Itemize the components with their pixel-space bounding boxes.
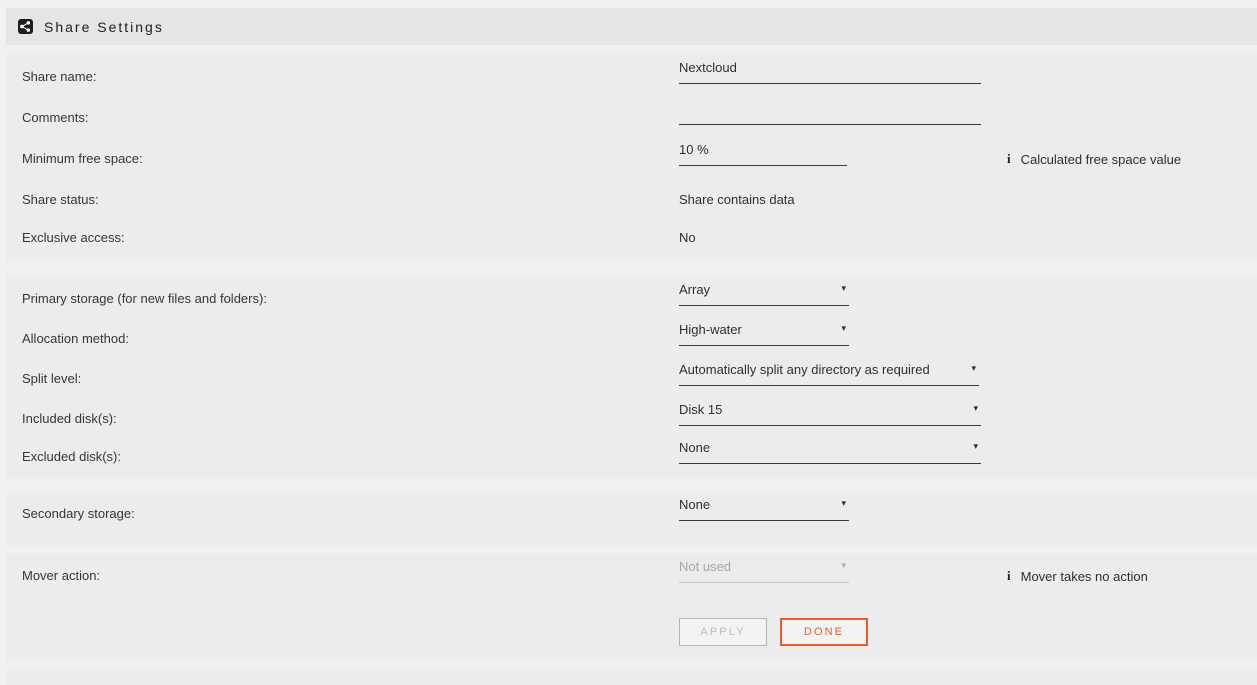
allocation-method-field-wrap: High-water ▾ (679, 319, 849, 359)
page-title: Share Settings (44, 18, 164, 35)
allocation-method-value: High-water (679, 322, 742, 337)
done-button[interactable]: DONE (780, 618, 868, 646)
chevron-down-icon[interactable]: ▾ (841, 324, 846, 333)
excluded-disks-value: None (679, 440, 711, 455)
info-icon: i (1007, 568, 1011, 583)
primary-storage-value: Array (679, 282, 711, 297)
form-actions: APPLY DONE (679, 618, 868, 646)
page-header: Share Settings (6, 8, 1257, 45)
secondary-storage-field-wrap: None ▾ (679, 494, 849, 534)
row-share-name: Share name: Nextcloud (6, 57, 1257, 97)
row-included-disks: Included disk(s): Disk 15 ▾ (6, 399, 1257, 439)
share-name-field-wrap: Nextcloud (679, 57, 981, 97)
mover-action-value: Not used (679, 559, 732, 574)
share-name-label: Share name: (22, 69, 97, 84)
apply-button[interactable]: APPLY (679, 618, 767, 646)
row-comments: Comments: (6, 98, 1257, 138)
row-split-level: Split level: Automatically split any dir… (6, 359, 1257, 399)
primary-storage-label: Primary storage (for new files and folde… (22, 291, 267, 306)
exclusive-access-value-wrap: No (679, 218, 696, 258)
mover-action-panel: Mover action: Not used ▾ i Mover takes n… (6, 553, 1257, 661)
row-minimum-free-space: Minimum free space: 10 % i Calculated fr… (6, 139, 1257, 179)
row-exclusive-access: Exclusive access: No (6, 218, 1257, 258)
exclusive-access-label: Exclusive access: (22, 230, 125, 245)
split-level-label: Split level: (22, 371, 82, 386)
minimum-free-space-note-text: Calculated free space value (1020, 151, 1182, 167)
chevron-down-icon: ▾ (841, 560, 846, 570)
excluded-disks-select[interactable]: None ▾ (679, 437, 981, 464)
minimum-free-space-value: 10 % (679, 142, 709, 157)
excluded-disks-label: Excluded disk(s): (22, 449, 121, 464)
chevron-down-icon[interactable]: ▾ (841, 499, 846, 508)
mover-action-note-text: Mover takes no action (1020, 568, 1148, 584)
share-icon (18, 19, 33, 34)
included-disks-select[interactable]: Disk 15 ▾ (679, 399, 981, 426)
share-status-value: Share contains data (679, 192, 795, 207)
mover-action-select[interactable]: Not used ▾ (679, 556, 849, 583)
next-panel-edge (6, 669, 1257, 685)
chevron-down-icon[interactable]: ▾ (841, 284, 846, 293)
info-icon: i (1007, 151, 1011, 166)
allocation-method-select[interactable]: High-water ▾ (679, 319, 849, 346)
mover-action-label: Mover action: (22, 568, 101, 583)
share-name-input[interactable]: Nextcloud (679, 57, 981, 84)
secondary-storage-select[interactable]: None ▾ (679, 494, 849, 521)
minimum-free-space-input[interactable]: 10 % (679, 139, 847, 166)
split-level-value: Automatically split any directory as req… (679, 362, 930, 377)
comments-input[interactable] (679, 98, 981, 125)
row-primary-storage: Primary storage (for new files and folde… (6, 279, 1257, 319)
mover-action-field-wrap: Not used ▾ (679, 556, 849, 596)
secondary-storage-label: Secondary storage: (22, 506, 135, 521)
included-disks-value: Disk 15 (679, 402, 723, 417)
exclusive-access-value: No (679, 230, 696, 245)
minimum-free-space-field-wrap: 10 % (679, 139, 847, 179)
share-name-value: Nextcloud (679, 60, 737, 75)
secondary-storage-value: None (679, 497, 711, 512)
row-secondary-storage: Secondary storage: None ▾ (6, 494, 1257, 534)
chevron-down-icon[interactable]: ▾ (973, 404, 978, 413)
primary-storage-field-wrap: Array ▾ (679, 279, 849, 319)
split-level-field-wrap: Automatically split any directory as req… (679, 359, 979, 399)
chevron-down-icon[interactable]: ▾ (971, 364, 976, 373)
row-excluded-disks: Excluded disk(s): None ▾ (6, 437, 1257, 477)
general-settings-panel: Share name: Nextcloud Comments: Minimum … (6, 53, 1257, 261)
row-mover-action: Mover action: Not used ▾ i Mover takes n… (6, 556, 1257, 596)
share-status-label: Share status: (22, 192, 99, 207)
split-level-select[interactable]: Automatically split any directory as req… (679, 359, 979, 386)
included-disks-label: Included disk(s): (22, 411, 117, 426)
secondary-storage-panel: Secondary storage: None ▾ (6, 493, 1257, 545)
comments-label: Comments: (22, 110, 89, 125)
row-share-status: Share status: Share contains data (6, 180, 1257, 220)
row-allocation-method: Allocation method: High-water ▾ (6, 319, 1257, 359)
share-settings-page: Share Settings Share name: Nextcloud Com… (0, 0, 1257, 685)
primary-storage-select[interactable]: Array ▾ (679, 279, 849, 306)
minimum-free-space-note: i Calculated free space value (1007, 139, 1181, 179)
chevron-down-icon[interactable]: ▾ (973, 442, 978, 451)
storage-settings-panel: Primary storage (for new files and folde… (6, 275, 1257, 479)
share-status-value-wrap: Share contains data (679, 180, 795, 220)
minimum-free-space-label: Minimum free space: (22, 151, 143, 166)
mover-action-note: i Mover takes no action (1007, 556, 1148, 596)
included-disks-field-wrap: Disk 15 ▾ (679, 399, 981, 439)
allocation-method-label: Allocation method: (22, 331, 129, 346)
comments-field-wrap (679, 98, 981, 138)
excluded-disks-field-wrap: None ▾ (679, 437, 981, 477)
